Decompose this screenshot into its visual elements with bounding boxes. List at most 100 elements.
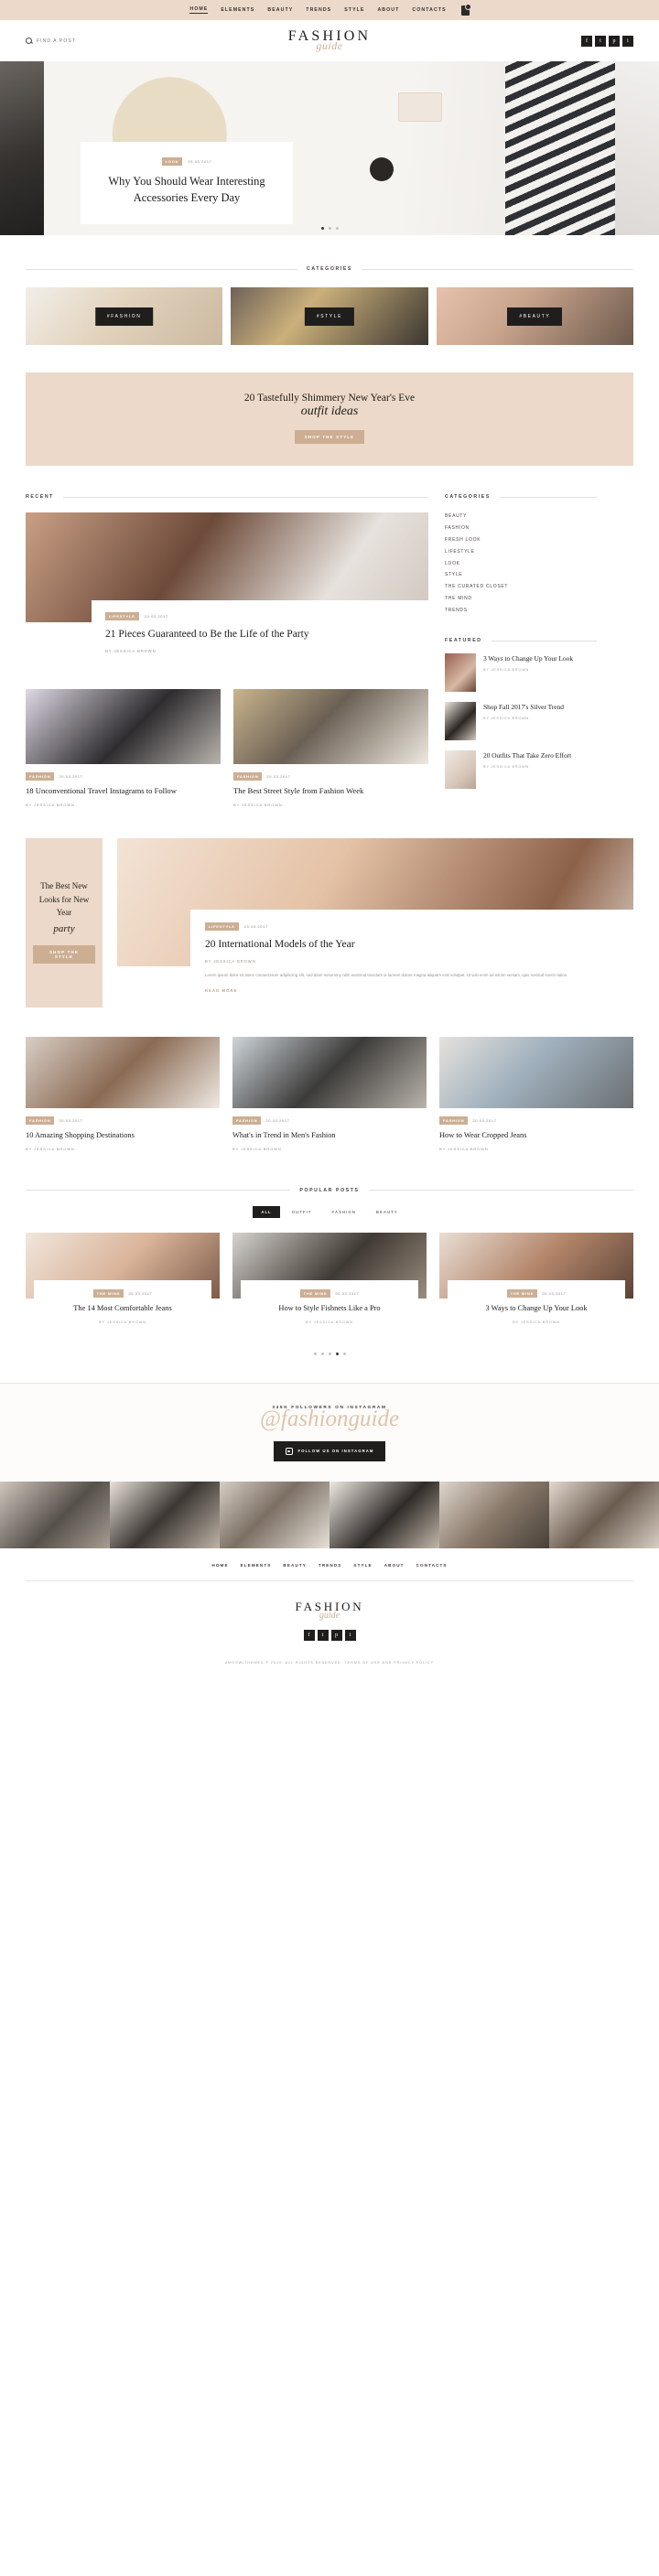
post-card-title[interactable]: 10 Amazing Shopping Destinations xyxy=(26,1130,220,1141)
post-category-badge[interactable]: THE MIND xyxy=(506,1288,538,1298)
sidebar-category-item[interactable]: STYLE xyxy=(445,569,597,581)
post-category-badge[interactable]: THE MIND xyxy=(92,1288,124,1298)
popular-dot[interactable] xyxy=(328,1352,331,1355)
featured-post[interactable]: Shop Fall 2017's Silver Trend BY JESSICA… xyxy=(445,702,597,741)
post-category-badge[interactable]: LIFESTYLE xyxy=(205,922,239,931)
hero-dot[interactable] xyxy=(320,227,324,230)
popular-post-title[interactable]: The 14 Most Comfortable Jeans xyxy=(42,1303,203,1314)
instagram-tile[interactable] xyxy=(549,1481,659,1548)
post-card-title[interactable]: What's in Trend in Men's Fashion xyxy=(232,1130,427,1141)
featured-post-title[interactable]: Shop Fall 2017's Silver Trend xyxy=(483,702,564,712)
tab-all[interactable]: ALL xyxy=(253,1205,280,1218)
popular-dot[interactable] xyxy=(313,1352,317,1355)
popular-post-card[interactable]: THE MIND 20.03.2017 The 14 Most Comforta… xyxy=(26,1232,220,1334)
mini-post-title[interactable]: The Best Street Style from Fashion Week xyxy=(233,785,428,796)
post-category-badge[interactable]: FASHION xyxy=(233,772,263,781)
mini-post[interactable]: FASHION 20.03.2017 18 Unconventional Tra… xyxy=(26,689,221,807)
post-card[interactable]: FASHION 20.03.2017 10 Amazing Shopping D… xyxy=(26,1036,220,1151)
footer-nav-item[interactable]: HOME xyxy=(211,1563,228,1568)
tab-fashion[interactable]: FASHION xyxy=(324,1206,364,1218)
tab-beauty[interactable]: BEAUTY xyxy=(368,1206,406,1218)
pinterest-icon[interactable]: p xyxy=(330,1629,342,1641)
post-card-title[interactable]: How to Wear Cropped Jeans xyxy=(439,1130,633,1141)
feature-post[interactable]: LIFESTYLE 20.03.2017 21 Pieces Guarantee… xyxy=(26,512,428,668)
category-card[interactable]: #STYLE xyxy=(231,287,428,345)
instagram-tile[interactable] xyxy=(439,1481,549,1548)
featured-post-title[interactable]: 20 Outfits That Take Zero Effort xyxy=(483,750,571,760)
featured-post[interactable]: 3 Ways to Change Up Your Look BY JESSICA… xyxy=(445,653,597,693)
featured-post[interactable]: 20 Outfits That Take Zero Effort BY JESS… xyxy=(445,750,597,790)
tab-outfit[interactable]: OUTFIT xyxy=(284,1206,320,1218)
popular-post-card[interactable]: THE MIND 20.03.2017 How to Style Fishnet… xyxy=(232,1232,427,1334)
popular-post-title[interactable]: 3 Ways to Change Up Your Look xyxy=(456,1303,617,1314)
nav-item[interactable]: TRENDS xyxy=(306,7,331,13)
category-tag[interactable]: #BEAUTY xyxy=(507,307,563,326)
featured-post-title[interactable]: 3 Ways to Change Up Your Look xyxy=(483,653,573,663)
post-card[interactable]: FASHION 20.03.2017 What's in Trend in Me… xyxy=(232,1036,427,1151)
hero-slider[interactable]: LOOK 20.03.2017 Why You Should Wear Inte… xyxy=(0,61,659,235)
category-card[interactable]: #FASHION xyxy=(26,287,223,345)
read-more-link[interactable]: READ MORE xyxy=(205,988,619,993)
sidebar-category-item[interactable]: TRENDS xyxy=(445,604,597,616)
hero-dot[interactable] xyxy=(328,227,331,230)
popular-dot[interactable] xyxy=(342,1352,346,1355)
shop-the-style-button[interactable]: SHOP THE STYLE xyxy=(294,430,365,444)
split-article-title[interactable]: 20 International Models of the Year xyxy=(205,937,619,952)
post-category-badge[interactable]: FASHION xyxy=(439,1116,469,1125)
twitter-icon[interactable]: t xyxy=(595,35,606,47)
facebook-icon[interactable]: f xyxy=(303,1629,315,1641)
sidebar-category-item[interactable]: LIFESTYLE xyxy=(445,545,597,557)
nav-item[interactable]: STYLE xyxy=(344,7,364,13)
popular-dot[interactable] xyxy=(335,1352,339,1355)
sidebar-category-item[interactable]: THE CURATED CLOSET xyxy=(445,581,597,593)
nav-item[interactable]: ELEMENTS xyxy=(221,7,254,13)
instagram-icon[interactable]: i xyxy=(622,35,633,47)
post-card[interactable]: FASHION 20.03.2017 How to Wear Cropped J… xyxy=(439,1036,633,1151)
mini-post[interactable]: FASHION 20.03.2017 The Best Street Style… xyxy=(233,689,428,807)
instagram-tile[interactable] xyxy=(110,1481,220,1548)
pinterest-icon[interactable]: p xyxy=(609,35,620,47)
post-category-badge[interactable]: FASHION xyxy=(232,1116,262,1125)
feature-post-title[interactable]: 21 Pieces Guaranteed to Be the Life of t… xyxy=(105,627,415,641)
hero-dot[interactable] xyxy=(335,227,339,230)
shopping-bag-icon[interactable] xyxy=(460,3,471,16)
nav-item[interactable]: HOME xyxy=(189,6,209,14)
category-card[interactable]: #BEAUTY xyxy=(436,287,633,345)
mini-post-title[interactable]: 18 Unconventional Travel Instagrams to F… xyxy=(26,785,221,796)
popular-pagination-dots[interactable] xyxy=(0,1352,659,1355)
footer-nav-item[interactable]: TRENDS xyxy=(319,1563,342,1568)
follow-on-instagram-button[interactable]: FOLLOW US ON INSTAGRAM xyxy=(273,1440,386,1461)
instagram-icon[interactable]: i xyxy=(344,1629,356,1641)
instagram-tile[interactable] xyxy=(330,1481,439,1548)
split-article[interactable]: LIFESTYLE 20.03.2017 20 International Mo… xyxy=(117,837,633,1008)
post-category-badge[interactable]: LIFESTYLE xyxy=(105,612,139,620)
instagram-handle[interactable]: @fashionguide xyxy=(0,1407,659,1432)
sidebar-category-item[interactable]: FRESH LOOK xyxy=(445,534,597,546)
post-category-badge[interactable]: FASHION xyxy=(26,772,55,781)
footer-nav-item[interactable]: ELEMENTS xyxy=(241,1563,272,1568)
instagram-tile[interactable] xyxy=(0,1481,110,1548)
popular-post-title[interactable]: How to Style Fishnets Like a Pro xyxy=(249,1303,410,1314)
nav-item[interactable]: BEAUTY xyxy=(267,7,293,13)
search-input[interactable] xyxy=(37,38,146,44)
sidebar-category-item[interactable]: FASHION xyxy=(445,523,597,534)
sidebar-category-item[interactable]: THE MIND xyxy=(445,592,597,604)
facebook-icon[interactable]: f xyxy=(581,35,592,47)
sidebar-category-item[interactable]: LOOK xyxy=(445,557,597,569)
post-category-badge[interactable]: THE MIND xyxy=(299,1288,331,1298)
shop-the-style-button[interactable]: SHOP THE STYLE xyxy=(33,944,95,964)
footer-nav-item[interactable]: ABOUT xyxy=(384,1563,405,1568)
footer-nav-item[interactable]: CONTACTS xyxy=(416,1563,448,1568)
nav-item[interactable]: ABOUT xyxy=(377,7,399,13)
popular-post-card[interactable]: THE MIND 20.03.2017 3 Ways to Change Up … xyxy=(439,1232,633,1334)
footer-logo[interactable]: FASHION guide xyxy=(0,1600,659,1621)
instagram-tile[interactable] xyxy=(220,1481,330,1548)
post-category-badge[interactable]: FASHION xyxy=(26,1116,55,1125)
footer-nav-item[interactable]: BEAUTY xyxy=(283,1563,307,1568)
footer-nav-item[interactable]: STYLE xyxy=(353,1563,372,1568)
popular-dot[interactable] xyxy=(320,1352,324,1355)
nav-item[interactable]: CONTACTS xyxy=(412,7,446,13)
category-tag[interactable]: #FASHION xyxy=(94,307,154,326)
hero-category-badge[interactable]: LOOK xyxy=(161,157,183,166)
hero-pagination-dots[interactable] xyxy=(0,227,659,230)
